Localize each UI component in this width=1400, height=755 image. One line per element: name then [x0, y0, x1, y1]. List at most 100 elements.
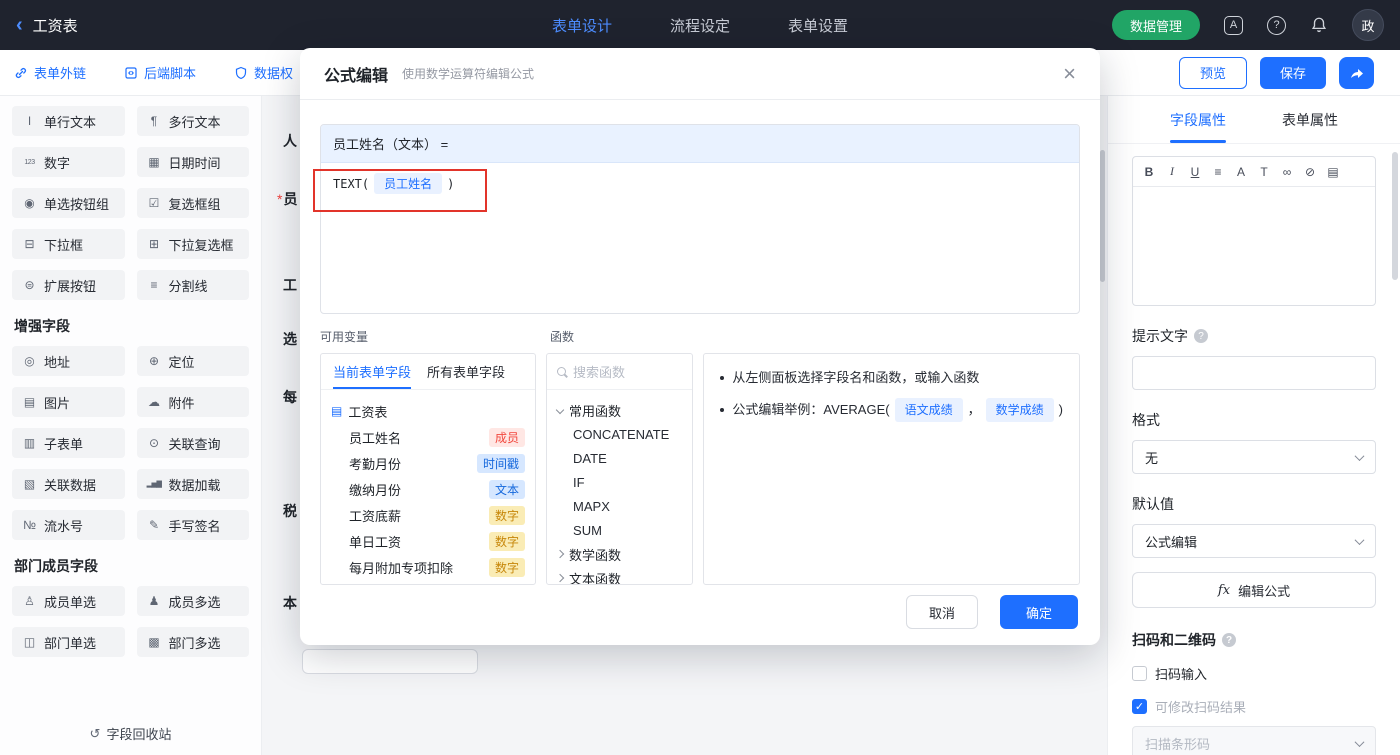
- insert-image-icon[interactable]: ▤: [1326, 165, 1340, 179]
- modify-scan-result-checkbox-row[interactable]: ✓ 可修改扫码结果: [1132, 697, 1376, 716]
- field-chip-linked-data[interactable]: ▧ 关联数据: [12, 469, 125, 499]
- hint-help-icon[interactable]: ?: [1194, 329, 1208, 343]
- field-chip-attachment[interactable]: ☁ 附件: [136, 387, 249, 417]
- tab-current-form-fields[interactable]: 当前表单字段: [333, 354, 412, 389]
- group-common-functions[interactable]: 常用函数: [555, 398, 682, 422]
- field-chip-multi-line-text[interactable]: ¶ 多行文本: [136, 106, 249, 136]
- field-recycle-bin[interactable]: ↺ 字段回收站: [0, 724, 261, 743]
- function-if[interactable]: IF: [557, 470, 682, 494]
- field-chip-image[interactable]: ▤ 图片: [12, 387, 125, 417]
- edit-formula-button[interactable]: fx 编辑公式: [1132, 572, 1376, 608]
- field-chip-dropdown[interactable]: ⊟ 下拉框: [12, 229, 125, 259]
- chip-label: 图片: [44, 395, 71, 411]
- data-permission[interactable]: 数据权: [234, 63, 293, 82]
- chip-label: 部门多选: [168, 635, 221, 651]
- lookup-icon: ⊙: [148, 436, 160, 450]
- field-row-payment-month[interactable]: 缴纳月份 文本: [331, 476, 526, 502]
- field-chip-member-single[interactable]: ♙ 成员单选: [12, 586, 125, 616]
- link-icon[interactable]: ∞: [1280, 165, 1294, 179]
- italic-icon[interactable]: I: [1165, 164, 1179, 179]
- function-concatenate[interactable]: CONCATENATE: [557, 422, 682, 446]
- chip-label: 分割线: [168, 278, 208, 294]
- underline-icon[interactable]: U: [1188, 165, 1202, 179]
- format-select[interactable]: 无: [1132, 440, 1376, 474]
- edit-formula-button-label: 编辑公式: [1238, 583, 1291, 599]
- avatar[interactable]: 政: [1352, 9, 1384, 41]
- field-chip-location[interactable]: ⊕ 定位: [136, 346, 249, 376]
- close-icon[interactable]: ×: [1063, 62, 1076, 85]
- translate-icon-glyph: A: [1224, 15, 1243, 35]
- panel-scrollbar[interactable]: [1392, 152, 1398, 280]
- font-color-icon[interactable]: A: [1234, 165, 1248, 179]
- field-row-base-salary[interactable]: 工资底薪 数字: [331, 502, 526, 528]
- field-chip-datetime[interactable]: ▦ 日期时间: [136, 147, 249, 177]
- share-button[interactable]: [1339, 56, 1374, 89]
- save-button[interactable]: 保存: [1259, 56, 1326, 89]
- tab-process-settings[interactable]: 流程设定: [670, 15, 730, 36]
- field-chip-dept-single[interactable]: ◫ 部门单选: [12, 627, 125, 657]
- tab-field-properties[interactable]: 字段属性: [1170, 96, 1226, 143]
- scan-help-icon[interactable]: ?: [1222, 633, 1236, 647]
- function-date[interactable]: DATE: [557, 446, 682, 470]
- cancel-button[interactable]: 取消: [906, 595, 978, 629]
- canvas-label-fragment: 本: [283, 595, 297, 611]
- field-chip-dept-multi[interactable]: ▩ 部门多选: [136, 627, 249, 657]
- basic-fields-grid: I 单行文本 ¶ 多行文本 123 数字 ▦ 日期时间 ◉ 单选按钮组 ☑ 复选框组 ⊟ 下拉…: [12, 106, 249, 300]
- back-icon[interactable]: ‹: [16, 15, 23, 35]
- tab-form-properties[interactable]: 表单属性: [1282, 96, 1338, 143]
- scan-input-checkbox-row[interactable]: 扫码输入: [1132, 664, 1376, 683]
- field-chip-radio-group[interactable]: ◉ 单选按钮组: [12, 188, 125, 218]
- field-chip-data-load[interactable]: ▂▅▇ 数据加载: [136, 469, 249, 499]
- canvas-field-input[interactable]: [302, 649, 478, 674]
- field-chip-signature[interactable]: ✎ 手写签名: [136, 510, 249, 540]
- field-row-daily-wage[interactable]: 单日工资 数字: [331, 528, 526, 554]
- translate-icon[interactable]: A: [1224, 15, 1243, 35]
- chevron-right-icon: [555, 549, 565, 559]
- tab-all-form-fields[interactable]: 所有表单字段: [427, 354, 505, 389]
- bell-icon[interactable]: [1310, 16, 1328, 34]
- form-external-link[interactable]: 表单外链: [14, 63, 86, 82]
- align-icon[interactable]: ≡: [1211, 165, 1225, 179]
- field-chip-lookup[interactable]: ⊙ 关联查询: [136, 428, 249, 458]
- function-mapx[interactable]: MAPX: [557, 494, 682, 518]
- formula-field-chip[interactable]: 员工姓名: [374, 173, 443, 194]
- backend-script[interactable]: 后端脚本: [124, 63, 196, 82]
- confirm-button[interactable]: 确定: [1000, 595, 1078, 629]
- formula-editor[interactable]: TEXT( 员工姓名 ): [321, 163, 1079, 313]
- help-icon[interactable]: ?: [1267, 15, 1286, 35]
- barcode-select[interactable]: 扫描条形码: [1132, 726, 1376, 755]
- field-chip-checkbox-group[interactable]: ☑ 复选框组: [136, 188, 249, 218]
- data-manage-button[interactable]: 数据管理: [1111, 10, 1200, 40]
- field-row-attendance-month[interactable]: 考勤月份 时间戳: [331, 450, 526, 476]
- field-chip-single-line-text[interactable]: I 单行文本: [12, 106, 125, 136]
- field-chip-number[interactable]: 123 数字: [12, 147, 125, 177]
- font-size-icon[interactable]: T: [1257, 165, 1271, 179]
- field-chip-serial-number[interactable]: № 流水号: [12, 510, 125, 540]
- field-chip-address[interactable]: ◎ 地址: [12, 346, 125, 376]
- rich-text-editor[interactable]: B I U ≡ A T ∞ ⊘ ▤: [1132, 156, 1376, 306]
- field-row-employee-name[interactable]: 员工姓名 成员: [331, 424, 526, 450]
- field-chip-member-multi[interactable]: ♟ 成员多选: [136, 586, 249, 616]
- bold-icon[interactable]: B: [1142, 165, 1156, 179]
- function-sum[interactable]: SUM: [557, 518, 682, 542]
- tab-form-settings[interactable]: 表单设置: [788, 15, 848, 36]
- group-text-functions[interactable]: 文本函数: [555, 566, 682, 584]
- field-chip-multi-dropdown[interactable]: ⊞ 下拉复选框: [136, 229, 249, 259]
- group-math-functions[interactable]: 数学函数: [555, 542, 682, 566]
- field-chip-subform[interactable]: ▥ 子表单: [12, 428, 125, 458]
- preview-button[interactable]: 预览: [1178, 56, 1247, 89]
- recycle-label: 字段回收站: [106, 727, 172, 742]
- canvas-scrollbar[interactable]: [1100, 150, 1105, 282]
- field-row-monthly-deduction[interactable]: 每月附加专项扣除 数字: [331, 554, 526, 580]
- hint-text-input[interactable]: [1132, 356, 1376, 390]
- example-field-chip: 数学成绩: [985, 398, 1054, 422]
- form-root-node[interactable]: ▤ 工资表: [331, 398, 525, 424]
- tab-form-design[interactable]: 表单设计: [552, 15, 612, 36]
- clear-format-icon[interactable]: ⊘: [1303, 165, 1317, 179]
- field-chip-divider[interactable]: ≡ 分割线: [136, 270, 249, 300]
- checkbox-checked[interactable]: ✓: [1132, 699, 1147, 714]
- field-chip-extend-button[interactable]: ⊜ 扩展按钮: [12, 270, 125, 300]
- default-value-select[interactable]: 公式编辑: [1132, 524, 1376, 558]
- checkbox-unchecked[interactable]: [1132, 666, 1147, 681]
- function-search-input[interactable]: 搜索函数: [547, 354, 693, 390]
